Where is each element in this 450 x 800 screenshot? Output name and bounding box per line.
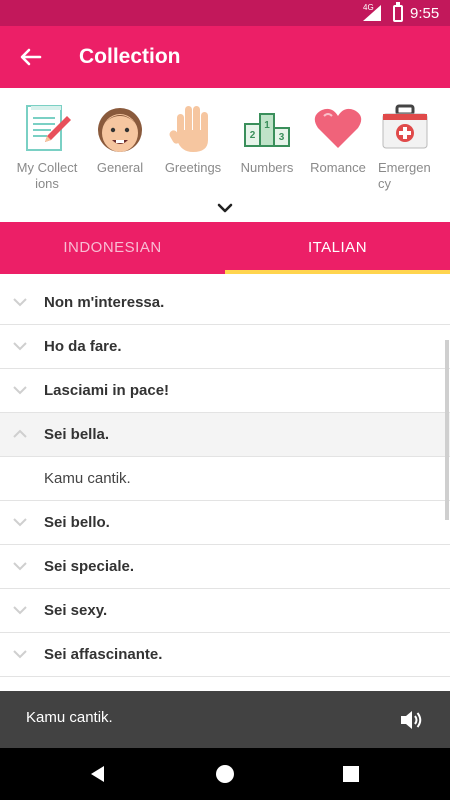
list-item[interactable]: Sei sexy. bbox=[0, 589, 450, 633]
waving-hand-icon bbox=[169, 106, 208, 152]
svg-text:3: 3 bbox=[279, 132, 285, 143]
phrase-text: Ho da fare. bbox=[44, 338, 122, 355]
phrase-text: Sei sexy. bbox=[44, 602, 108, 619]
first-aid-kit-icon bbox=[382, 104, 428, 149]
category-strip: My Collect ions General Greetings 2 1 3 … bbox=[0, 88, 450, 222]
status-bar: 4G 9:55 bbox=[0, 0, 450, 26]
list-item[interactable]: Non m'interessa. bbox=[0, 281, 450, 325]
list-item[interactable]: Ho da fare. bbox=[0, 325, 450, 369]
app-bar: Collection bbox=[0, 26, 450, 88]
category-label: My Collect ions bbox=[16, 160, 78, 191]
speaker-icon[interactable] bbox=[398, 707, 424, 733]
chevron-down-icon bbox=[13, 518, 27, 527]
category-numbers[interactable]: 2 1 3 Numbers bbox=[234, 102, 300, 198]
list-item[interactable]: Sei bello. bbox=[0, 501, 450, 545]
tab-indonesian[interactable]: INDONESIAN bbox=[0, 222, 225, 274]
category-greetings[interactable]: Greetings bbox=[160, 102, 226, 198]
language-tabs: INDONESIAN ITALIAN bbox=[0, 222, 450, 274]
phrase-text: Sei bello. bbox=[44, 514, 110, 531]
phrase-text: Sei affascinante. bbox=[44, 646, 163, 663]
page-title: Collection bbox=[79, 45, 181, 68]
category-romance[interactable]: Romance bbox=[305, 102, 371, 198]
chevron-down-icon bbox=[13, 650, 27, 659]
category-general[interactable]: General bbox=[87, 102, 153, 198]
translation-row[interactable]: Kamu cantik. bbox=[0, 457, 450, 501]
category-label: Numbers bbox=[240, 160, 294, 175]
svg-text:1: 1 bbox=[264, 120, 270, 131]
phrase-text: Sei bella. bbox=[44, 426, 110, 443]
list-item[interactable]: Sei speciale. bbox=[0, 545, 450, 589]
phrase-text: Sei speciale. bbox=[44, 558, 135, 575]
chevron-down-icon bbox=[13, 562, 27, 571]
list-item[interactable]: Sei affascinante. bbox=[0, 633, 450, 677]
category-my-collections[interactable]: My Collect ions bbox=[14, 102, 80, 198]
phrase-text: Lasciami in pace! bbox=[44, 382, 170, 399]
podium-icon: 2 1 3 bbox=[244, 113, 290, 147]
nav-recents-icon[interactable] bbox=[339, 762, 363, 786]
chevron-down-icon bbox=[13, 606, 27, 615]
clock: 9:55 bbox=[410, 5, 440, 22]
expand-chevron-icon[interactable] bbox=[215, 200, 235, 216]
chevron-up-icon bbox=[13, 429, 27, 438]
category-label: General bbox=[96, 160, 144, 175]
category-label: Greetings bbox=[164, 160, 222, 175]
category-emergency[interactable]: Emergen cy bbox=[372, 102, 438, 198]
system-nav-bar bbox=[0, 748, 450, 800]
phrase-list: Non m'interessa. Ho da fare. Lasciami in… bbox=[0, 274, 450, 691]
notepad-pencil-icon bbox=[26, 105, 71, 151]
nav-home-icon[interactable] bbox=[213, 762, 237, 786]
scrollbar[interactable] bbox=[445, 340, 449, 520]
smiling-face-icon bbox=[98, 108, 142, 152]
player-text: Kamu cantik. bbox=[26, 709, 113, 726]
list-item-expanded[interactable]: Sei bella. bbox=[0, 413, 450, 457]
nav-back-icon[interactable] bbox=[86, 762, 110, 786]
chevron-down-icon bbox=[13, 342, 27, 351]
audio-player-bar: Kamu cantik. bbox=[0, 691, 450, 748]
chevron-down-icon bbox=[13, 298, 27, 307]
list-item[interactable]: Lasciami in pace! bbox=[0, 369, 450, 413]
battery-icon bbox=[393, 2, 403, 22]
category-label: Romance bbox=[310, 160, 366, 175]
chevron-down-icon bbox=[13, 386, 27, 395]
heart-icon bbox=[314, 108, 362, 148]
back-arrow-icon[interactable] bbox=[14, 40, 48, 74]
tab-italian[interactable]: ITALIAN bbox=[225, 222, 450, 274]
translation-text: Kamu cantik. bbox=[44, 470, 131, 487]
svg-text:2: 2 bbox=[250, 130, 256, 141]
category-label: Emergen cy bbox=[378, 160, 431, 191]
network-type: 4G bbox=[363, 3, 374, 12]
phrase-text: Non m'interessa. bbox=[44, 294, 165, 311]
